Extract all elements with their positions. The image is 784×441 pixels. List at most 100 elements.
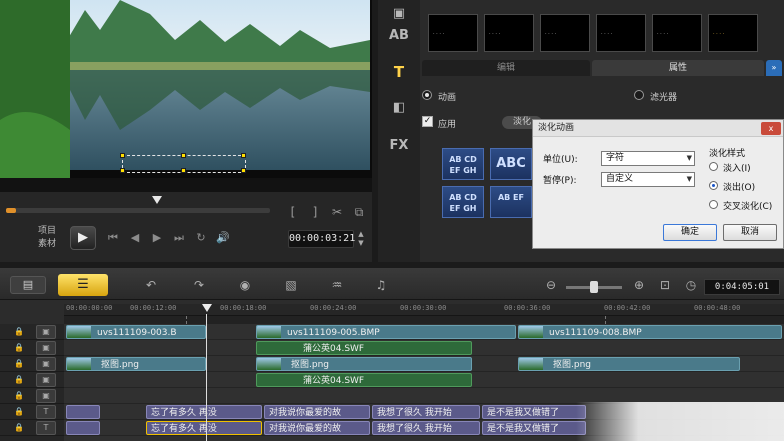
track-header-video[interactable]: 🔒 ▣ <box>0 324 64 340</box>
lock-icon[interactable]: 🔒 <box>14 407 24 416</box>
animation-preset-tile[interactable]: AB EF <box>490 186 532 218</box>
previous-frame-icon[interactable]: ◀ <box>128 231 142 245</box>
lock-icon[interactable]: 🔒 <box>14 343 24 352</box>
dialog-title[interactable]: 淡化动画 <box>533 120 783 137</box>
auto-music-icon[interactable]: ♫ <box>370 276 392 294</box>
resize-handle[interactable] <box>241 153 246 158</box>
mark-in-icon[interactable]: [ <box>286 205 300 219</box>
unit-select[interactable]: 字符 ▼ <box>601 151 695 166</box>
expand-options-icon[interactable]: » <box>766 60 782 76</box>
video-track-icon[interactable]: ▣ <box>36 325 56 339</box>
preview-viewport[interactable] <box>0 0 372 192</box>
title-track-icon[interactable]: T <box>36 421 56 435</box>
filter-icon[interactable]: FX <box>388 136 410 156</box>
video-track[interactable]: uvs111109-003.B uvs111109-005.BMP uvs111… <box>64 324 784 340</box>
overlay-track-icon[interactable]: ▣ <box>36 341 56 355</box>
tab-edit[interactable]: 编辑 <box>422 60 590 76</box>
lock-icon[interactable]: 🔒 <box>14 423 24 432</box>
spin-down-icon[interactable]: ▼ <box>356 239 366 248</box>
resize-handle[interactable] <box>181 153 186 158</box>
filter-radio[interactable] <box>634 90 644 100</box>
overlay-clip[interactable]: 抠图.png <box>518 357 740 371</box>
repeat-icon[interactable]: ↻ <box>194 231 208 245</box>
title-clip[interactable]: 是不是我又做错了 <box>482 405 586 419</box>
track-header-title[interactable]: 🔒 T <box>0 404 64 420</box>
animation-preset-tile[interactable]: ABC <box>490 148 532 180</box>
overlay-clip[interactable]: 抠图.png <box>256 357 472 371</box>
title-preset-thumbnail[interactable]: · · · · <box>428 14 478 52</box>
track-header-overlay[interactable]: 🔒 ▣ <box>0 388 64 404</box>
caption-selection-box[interactable] <box>120 153 246 173</box>
title-icon[interactable]: T <box>388 62 410 82</box>
title-clip[interactable] <box>66 405 100 419</box>
zoom-out-icon[interactable]: ⊖ <box>540 276 562 294</box>
mode-project-label[interactable]: 项目 <box>38 225 56 238</box>
fade-out-radio[interactable] <box>709 181 718 190</box>
cancel-button[interactable]: 取消 <box>723 224 777 241</box>
overlay-clip[interactable]: 抠图.png <box>66 357 206 371</box>
resize-handle[interactable] <box>120 168 125 173</box>
enlarge-preview-icon[interactable]: ⧉ <box>352 205 366 219</box>
lock-icon[interactable]: 🔒 <box>14 375 24 384</box>
home-icon[interactable]: ⏮ <box>106 231 120 245</box>
overlay-track-icon[interactable]: ▣ <box>36 373 56 387</box>
split-clip-icon[interactable]: ✂ <box>330 205 344 219</box>
resize-handle[interactable] <box>241 168 246 173</box>
preview-scrubber[interactable] <box>6 208 270 213</box>
lock-icon[interactable]: 🔒 <box>14 327 24 336</box>
playhead-marker[interactable] <box>202 304 212 312</box>
track-header-overlay[interactable]: 🔒 ▣ <box>0 340 64 356</box>
next-frame-icon[interactable]: ▶ <box>150 231 164 245</box>
title-clip[interactable]: 忘了有多久 再没 <box>146 405 262 419</box>
overlay-track-icon[interactable]: ▣ <box>36 357 56 371</box>
overlay-track[interactable]: 抠图.png 抠图.png 抠图.png <box>64 356 784 372</box>
title-preset-thumbnail[interactable]: · · · · <box>596 14 646 52</box>
audio-waveform-icon[interactable]: ♒ <box>326 276 348 294</box>
overlay-clip[interactable]: 蒲公英04.SWF <box>256 341 472 355</box>
mixer-icon[interactable]: ▧ <box>280 276 302 294</box>
mark-out-icon[interactable]: ] <box>308 205 322 219</box>
instant-project-icon[interactable]: AB <box>388 26 410 46</box>
tab-attribute[interactable]: 属性 <box>592 60 764 76</box>
animation-preset-tile[interactable]: AB CD EF GH <box>442 186 484 218</box>
title-clip[interactable] <box>66 421 100 435</box>
video-clip[interactable]: uvs111109-003.B <box>66 325 206 339</box>
title-clip[interactable]: 是不是我又做错了 <box>482 421 586 435</box>
title-clip[interactable]: 我想了很久 我开始 <box>372 405 480 419</box>
video-clip[interactable]: uvs111109-005.BMP <box>256 325 516 339</box>
fade-in-radio[interactable] <box>709 162 718 171</box>
timeline-selection-range[interactable] <box>186 316 606 324</box>
title-preset-thumbnail[interactable]: · · · · <box>652 14 702 52</box>
redo-icon[interactable]: ↷ <box>188 276 210 294</box>
track-header-overlay[interactable]: 🔒 ▣ <box>0 356 64 372</box>
track-header-title[interactable]: 🔒 T <box>0 420 64 436</box>
zoom-in-icon[interactable]: ⊕ <box>628 276 650 294</box>
media-icon[interactable]: ▣ <box>388 4 410 24</box>
overlay-track[interactable]: 蒲公英04.SWF <box>64 372 784 388</box>
title-preset-thumbnail[interactable]: · · · · <box>540 14 590 52</box>
pause-select[interactable]: 自定义 ▼ <box>601 172 695 187</box>
spin-up-icon[interactable]: ▲ <box>356 230 366 239</box>
overlay-track[interactable]: 蒲公英04.SWF <box>64 340 784 356</box>
apply-checkbox[interactable]: ✓ <box>422 116 433 127</box>
title-clip[interactable]: 对我说你最爱的故 <box>264 405 370 419</box>
timeline-view-button[interactable]: ☰ <box>58 274 108 296</box>
lock-icon[interactable]: 🔒 <box>14 391 24 400</box>
play-button[interactable]: ▶ <box>70 226 96 250</box>
title-clip-selected[interactable]: 忘了有多久 再没 <box>146 421 262 435</box>
resize-handle[interactable] <box>120 153 125 158</box>
end-icon[interactable]: ⏭ <box>172 231 186 245</box>
overlay-clip[interactable]: 蒲公英04.SWF <box>256 373 472 387</box>
transition-icon[interactable]: ◧ <box>388 98 410 118</box>
undo-icon[interactable]: ↶ <box>140 276 162 294</box>
storyboard-view-button[interactable]: ▤ <box>10 276 46 294</box>
title-clip[interactable]: 我想了很久 我开始 <box>372 421 480 435</box>
timeline-range-bar[interactable] <box>64 316 784 324</box>
record-capture-icon[interactable]: ◉ <box>234 276 256 294</box>
video-clip[interactable]: uvs111109-008.BMP <box>518 325 782 339</box>
title-clip[interactable]: 对我说你最爱的故 <box>264 421 370 435</box>
timeline-ruler[interactable]: 00:00:00:00 00:00:12:00 00:00:18:00 00:0… <box>64 304 784 316</box>
mode-clip-label[interactable]: 素材 <box>38 238 56 251</box>
zoom-slider-thumb[interactable] <box>590 281 598 293</box>
animation-preset-tile[interactable]: AB CD EF GH <box>442 148 484 180</box>
